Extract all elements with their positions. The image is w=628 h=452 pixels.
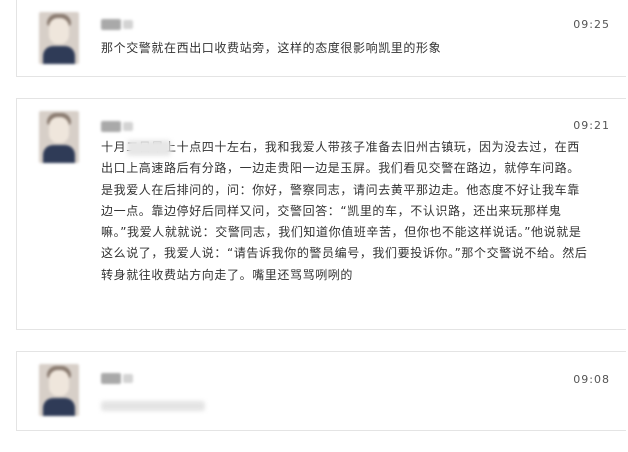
comment-time: 09:08: [573, 373, 610, 386]
comment-text: 那个交警就在西出口收费站旁，这样的态度很影响凯里的形象: [101, 41, 442, 55]
comment-card: 09:25 那个交警就在西出口收费站旁，这样的态度很影响凯里的形象: [16, 0, 626, 77]
comment-text: 十月二日早上十点四十左右，我和我爱人带孩子准备去旧州古镇玩，因为没去过，在西出口…: [101, 140, 588, 282]
username-blurred[interactable]: [101, 19, 121, 30]
username-blurred-suffix: [123, 122, 133, 131]
avatar[interactable]: [39, 12, 79, 64]
username-blurred-suffix: [123, 374, 133, 383]
username-blurred[interactable]: [101, 121, 121, 132]
blurred-text-region: [127, 140, 171, 156]
avatar[interactable]: [39, 364, 79, 416]
username-blurred[interactable]: [101, 373, 121, 384]
comment-card: 09:08: [16, 351, 626, 431]
blurred-comment-text: [101, 401, 205, 411]
comment-time: 09:25: [573, 18, 610, 31]
comment-card: 09:21 十月二日早上十点四十左右，我和我爱人带孩子准备去旧州古镇玩，因为没去…: [16, 98, 626, 330]
comment-time: 09:21: [573, 119, 610, 132]
avatar[interactable]: [39, 111, 79, 163]
username-blurred-suffix: [123, 20, 133, 29]
